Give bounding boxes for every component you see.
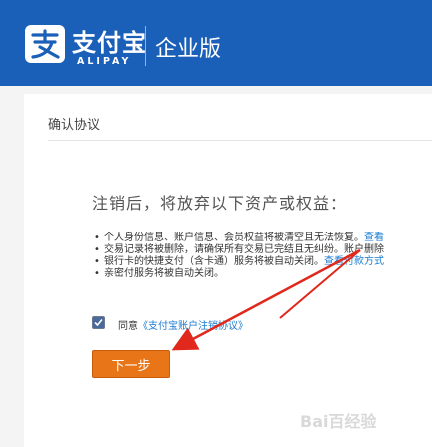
logo-text-cn: 支付宝: [72, 29, 147, 57]
watermark: Bai百经验: [300, 412, 377, 431]
header-bar: 支付宝 ALIPAY 企业版: [0, 0, 432, 86]
alipay-logo-icon: [24, 24, 66, 64]
page-title: 确认协议: [48, 118, 101, 133]
checkmark-icon: [94, 318, 103, 327]
logo-divider: [145, 26, 146, 66]
list-item: 个人身份信息、账户信息、会员权益将被清空且无法恢复。查看: [94, 232, 432, 244]
list-item: 银行卡的快捷支付（含卡通）服务将被自动关闭。查看付款方式: [94, 256, 432, 268]
list-item-text: 交易记录将被删除，请确保所有交易已完结且无纠纷。账户删除: [104, 244, 384, 255]
next-button[interactable]: 下一步: [92, 350, 170, 378]
agreement-link[interactable]: 《支付宝账户注销协议》: [138, 321, 248, 332]
view-payment-methods-link[interactable]: 查看付款方式: [324, 256, 384, 267]
agree-checkbox[interactable]: [92, 316, 105, 329]
list-item-text: 个人身份信息、账户信息、会员权益将被清空且无法恢复。: [104, 232, 364, 243]
agreement-text: 同意《支付宝账户注销协议》: [118, 317, 248, 332]
notice-title: 注销后，将放弃以下资产或权益：: [92, 194, 348, 213]
agree-prefix: 同意: [118, 321, 138, 332]
logo-text-en: ALIPAY: [77, 56, 132, 67]
edition-label: 企业版: [155, 37, 222, 62]
main-panel: 确认协议 注销后，将放弃以下资产或权益： 个人身份信息、账户信息、会员权益将被清…: [24, 94, 432, 447]
list-item-text: 亲密付服务将被自动关闭。: [104, 268, 224, 279]
divider: [48, 140, 432, 141]
notice-list: 个人身份信息、账户信息、会员权益将被清空且无法恢复。查看 交易记录将被删除，请确…: [94, 232, 432, 280]
view-link[interactable]: 查看: [364, 232, 384, 243]
list-item-text: 银行卡的快捷支付（含卡通）服务将被自动关闭。: [104, 256, 324, 267]
list-item: 交易记录将被删除，请确保所有交易已完结且无纠纷。账户删除: [94, 244, 432, 256]
list-item: 亲密付服务将被自动关闭。: [94, 268, 432, 280]
